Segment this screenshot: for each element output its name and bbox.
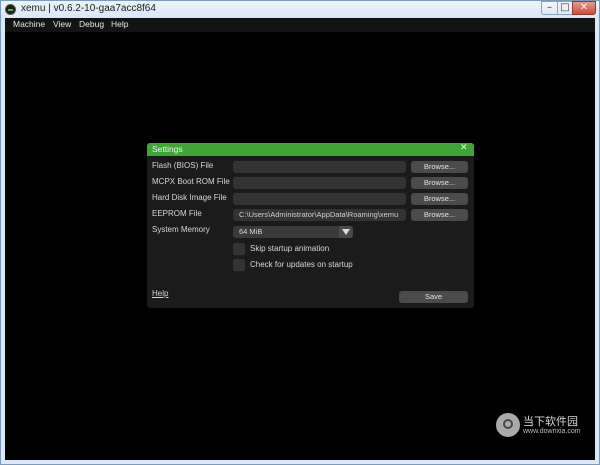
- maximize-button[interactable]: □: [557, 1, 573, 15]
- title-bar[interactable]: xemu | v0.6.2-10-gaa7acc8f64 – □ ✕: [1, 1, 599, 18]
- menu-help[interactable]: Help: [111, 19, 128, 29]
- flash-bios-browse-button[interactable]: Browse...: [411, 161, 468, 173]
- system-memory-label: System Memory: [152, 225, 210, 234]
- watermark-text: 当下软件园: [523, 415, 578, 428]
- check-updates-label[interactable]: Check for updates on startup: [250, 260, 353, 269]
- settings-title: Settings: [152, 144, 183, 154]
- save-button[interactable]: Save: [399, 291, 468, 303]
- system-memory-select[interactable]: 64 MiB: [233, 226, 353, 238]
- menu-view[interactable]: View: [53, 19, 71, 29]
- hard-disk-image-label: Hard Disk Image File: [152, 193, 227, 202]
- menu-bar: Machine View Debug Help: [5, 18, 595, 32]
- hard-disk-image-browse-button[interactable]: Browse...: [411, 193, 468, 205]
- settings-title-bar[interactable]: Settings ✕: [147, 143, 474, 156]
- check-updates-checkbox[interactable]: [233, 259, 245, 271]
- app-window: xemu | v0.6.2-10-gaa7acc8f64 – □ ✕ Machi…: [0, 0, 600, 465]
- eeprom-path: C:\Users\Administrator\AppData\Roaming\x…: [239, 210, 399, 219]
- close-window-button[interactable]: ✕: [572, 1, 596, 15]
- eeprom-label: EEPROM File: [152, 209, 202, 218]
- mcpx-boot-rom-label: MCPX Boot ROM File: [152, 177, 230, 186]
- chevron-down-icon[interactable]: [339, 226, 353, 238]
- minimize-button[interactable]: –: [541, 1, 558, 15]
- skip-startup-animation-checkbox[interactable]: [233, 243, 245, 255]
- emulator-viewport: Machine View Debug Help Settings ✕ Flash…: [5, 18, 595, 460]
- eeprom-field[interactable]: C:\Users\Administrator\AppData\Roaming\x…: [233, 209, 406, 221]
- mcpx-boot-rom-field[interactable]: [233, 177, 406, 189]
- hard-disk-image-field[interactable]: [233, 193, 406, 205]
- mcpx-boot-rom-browse-button[interactable]: Browse...: [411, 177, 468, 189]
- watermark-logo-icon: [496, 413, 520, 437]
- eeprom-browse-button[interactable]: Browse...: [411, 209, 468, 221]
- xemu-app-icon: [5, 4, 16, 15]
- flash-bios-field[interactable]: [233, 161, 406, 173]
- close-icon[interactable]: ✕: [460, 143, 468, 153]
- menu-debug[interactable]: Debug: [79, 19, 104, 29]
- menu-machine[interactable]: Machine: [13, 19, 45, 29]
- system-memory-value: 64 MiB: [239, 227, 263, 236]
- watermark-url: www.downxia.com: [523, 428, 581, 435]
- help-link[interactable]: Help: [152, 289, 168, 298]
- flash-bios-label: Flash (BIOS) File: [152, 161, 214, 170]
- settings-dialog: Settings ✕ Flash (BIOS) File Browse... M…: [147, 143, 474, 308]
- skip-startup-animation-label[interactable]: Skip startup animation: [250, 244, 329, 253]
- window-title: xemu | v0.6.2-10-gaa7acc8f64: [21, 3, 156, 14]
